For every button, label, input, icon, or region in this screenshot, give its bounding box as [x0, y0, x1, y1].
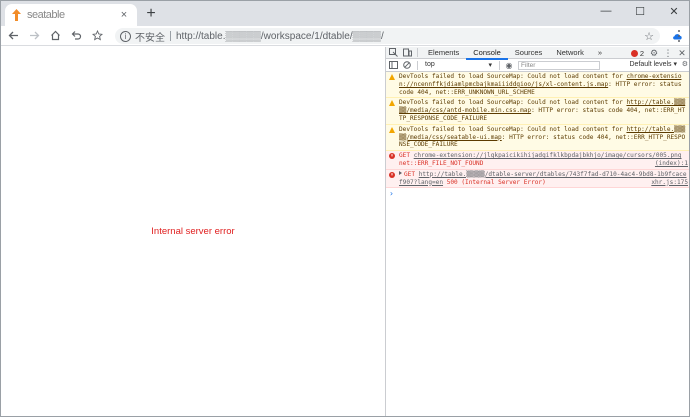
message-text: DevTools failed to load SourceMap: Could…	[399, 99, 627, 107]
dropdown-caret-icon: ▾	[488, 62, 492, 69]
forward-button[interactable]	[25, 27, 43, 45]
tab-elements[interactable]: Elements	[421, 47, 466, 59]
browser-toolbar: i 不安全 http://table.▒▒▒▒▒/workspace/1/dta…	[1, 26, 689, 46]
inspect-element-icon[interactable]	[386, 47, 400, 59]
message-text: DevTools failed to load SourceMap: Could…	[399, 125, 627, 133]
error-icon: ×	[389, 171, 395, 178]
console-message: × GET chrome-extension://jlgkpaicikihija…	[386, 151, 689, 170]
divider	[417, 48, 418, 57]
more-options-icon[interactable]: ⋮	[661, 47, 675, 59]
error-counter[interactable]: 2	[630, 48, 644, 58]
log-levels-select[interactable]: Default levels ▾	[630, 60, 678, 68]
live-expression-eye-icon[interactable]: ◉	[503, 61, 515, 70]
console-message: DevTools failed to load SourceMap: Could…	[386, 98, 689, 125]
undo-icon	[71, 31, 81, 40]
bookmark-star-icon[interactable]: ☆	[643, 30, 655, 43]
context-value: top	[425, 61, 435, 68]
source-location[interactable]: xhr.js:175	[651, 179, 688, 187]
log-levels-label: Default levels	[629, 61, 672, 68]
star-icon	[91, 30, 103, 41]
error-icon: ×	[389, 153, 395, 160]
console-message: DevTools failed to load SourceMap: Could…	[386, 124, 689, 152]
home-icon	[50, 30, 60, 41]
back-button[interactable]	[4, 27, 22, 45]
tab-strip: seatable × + — ☐ ✕	[1, 1, 689, 26]
context-select[interactable]: top ▾	[421, 61, 496, 69]
error-count: 2	[639, 48, 644, 58]
console-toolbar: top ▾ ◉ Filter Default levels ▾ ⚙	[386, 59, 689, 72]
devtools-right-controls: 2 ⚙ ⋮ ✕	[630, 47, 689, 59]
device-toolbar-icon[interactable]	[400, 47, 414, 59]
error-message: Internal server error	[151, 226, 235, 237]
tab-title: seatable	[27, 9, 65, 21]
tab-console[interactable]: Console	[466, 47, 508, 60]
console-message: DevTools failed to load SourceMap: Could…	[386, 72, 689, 99]
home-button[interactable]	[46, 27, 64, 45]
browser-menu-icon[interactable]	[673, 29, 685, 43]
new-tab-button[interactable]: +	[143, 5, 159, 22]
reload-button[interactable]	[67, 27, 85, 45]
warning-icon	[389, 74, 395, 80]
warning-icon	[389, 100, 395, 107]
clear-console-icon[interactable]	[400, 59, 414, 71]
close-tab-icon[interactable]: ×	[117, 8, 131, 22]
info-icon[interactable]: i	[120, 30, 131, 42]
error-icon	[630, 49, 638, 57]
omnibox-divider	[170, 31, 171, 41]
tab-sources[interactable]: Sources	[508, 47, 550, 59]
more-tabs-button[interactable]: »	[591, 47, 609, 59]
message-text: GET	[404, 170, 419, 178]
arrow-right-icon	[29, 31, 39, 40]
url-text[interactable]: http://table.▒▒▒▒▒/workspace/1/dtable/▒▒…	[176, 31, 643, 42]
maximize-button[interactable]: ☐	[623, 1, 657, 21]
source-location[interactable]: (index):1	[655, 160, 688, 168]
console-message: × GET http://table.▒▒▒▒▒/dtable-server/d…	[386, 169, 689, 189]
insecure-label: 不安全	[135, 32, 165, 44]
console-prompt[interactable]: ›	[386, 188, 689, 200]
message-text: DevTools failed to load SourceMap: Could…	[399, 73, 627, 80]
gear-icon[interactable]: ⚙	[647, 47, 661, 59]
browser-window: seatable × + — ☐ ✕ i 不安全 http://table.▒▒…	[0, 0, 690, 417]
address-bar[interactable]: i 不安全 http://table.▒▒▒▒▒/workspace/1/dta…	[115, 28, 660, 44]
console-messages: DevTools failed to load SourceMap: Could…	[386, 72, 689, 200]
tab-network[interactable]: Network	[549, 47, 591, 59]
warning-icon	[389, 126, 395, 133]
close-devtools-icon[interactable]: ✕	[675, 47, 689, 59]
devtools-tab-bar: Elements Console Sources Network » 2 ⚙ ⋮…	[386, 47, 689, 60]
message-text: GET	[399, 152, 414, 160]
console-settings-gear-icon[interactable]: ⚙	[682, 60, 688, 68]
close-window-button[interactable]: ✕	[657, 1, 689, 21]
request-link[interactable]: chrome-extension://jlgkpaicikihijadgifkl…	[414, 152, 682, 159]
favicon-icon	[11, 9, 21, 21]
window-controls: — ☐ ✕	[589, 1, 689, 21]
bookmark-button[interactable]	[88, 27, 106, 45]
message-suffix: net::ERR_FILE_NOT_FOUND	[399, 159, 484, 167]
divider	[417, 60, 418, 70]
browser-tab[interactable]: seatable ×	[5, 4, 137, 26]
divider	[499, 60, 500, 70]
expand-triangle-icon[interactable]	[399, 171, 402, 176]
page-viewport: Internal server error	[1, 47, 385, 416]
console-filter-input[interactable]: Filter	[518, 60, 600, 70]
sidebar-toggle-icon[interactable]	[386, 59, 400, 71]
arrow-left-icon	[8, 31, 18, 40]
devtools-panel: Elements Console Sources Network » 2 ⚙ ⋮…	[385, 47, 689, 416]
message-suffix: 500 (Internal Server Error)	[446, 178, 546, 186]
minimize-button[interactable]: —	[589, 1, 623, 21]
